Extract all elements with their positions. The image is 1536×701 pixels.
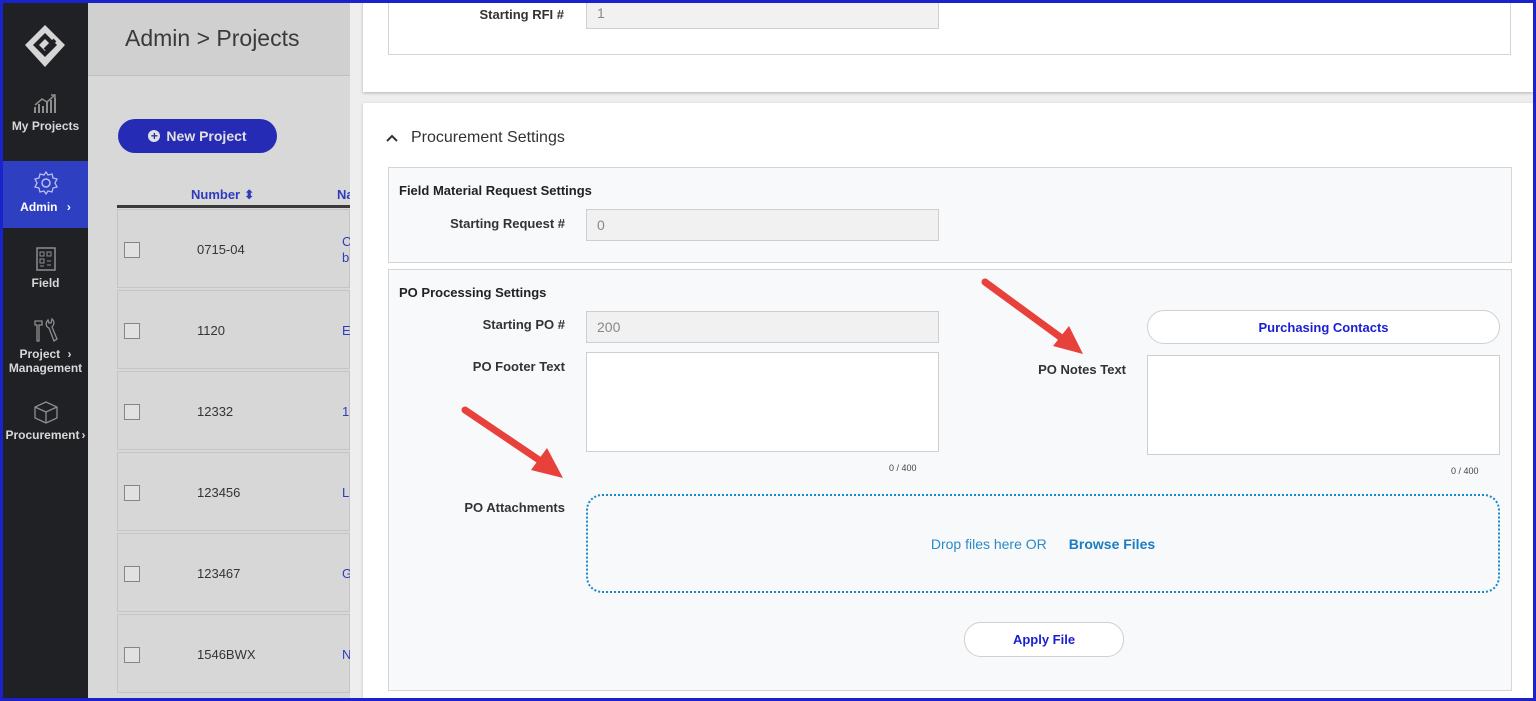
po-footer-label: PO Footer Text (472, 359, 565, 374)
page-title: Admin > Projects (125, 25, 300, 51)
project-name-link[interactable]: E (342, 323, 350, 339)
starting-po-label: Starting PO # (482, 317, 565, 332)
starting-request-label: Starting Request # (450, 216, 565, 231)
apply-file-button[interactable]: Apply File (964, 622, 1124, 657)
sidebar-item-procurement[interactable]: Procurement › (3, 400, 88, 450)
project-number: 12332 (197, 404, 234, 419)
procurement-settings-toggle[interactable]: Procurement Settings (385, 129, 565, 147)
dropzone-text: Drop files here OR (930, 535, 1047, 552)
field-material-title: Field Material Request Settings (399, 183, 592, 198)
po-notes-label: PO Notes Text (1038, 362, 1126, 377)
projects-panel: Admin > Projects + New Project Number ⬍ … (88, 3, 350, 701)
sidebar-item-label: Admin (20, 200, 58, 214)
table-row[interactable]: 12332 1: (117, 371, 350, 450)
po-footer-textarea[interactable] (586, 352, 939, 452)
project-name-link[interactable]: Cbl (342, 234, 350, 266)
sidebar-item-field[interactable]: Field (3, 246, 88, 296)
project-settings-panel: Starting RFI # 1 Procurement Settings Fi… (350, 3, 1533, 701)
starting-rfi-input[interactable]: 1 (586, 3, 939, 29)
project-name-line1: C (342, 234, 350, 249)
row-checkbox[interactable] (124, 647, 140, 663)
project-number: 0715-04 (197, 242, 245, 257)
sidebar-item-label: Field (31, 276, 60, 290)
sidebar-item-label-line2: Management (8, 361, 83, 375)
tools-icon (33, 317, 58, 342)
sidebar-item-project-management[interactable]: Project › Management (3, 317, 88, 379)
project-name-link[interactable]: G (342, 566, 350, 582)
table-row[interactable]: 123456 L( (117, 452, 350, 531)
table-header-divider (117, 205, 350, 208)
po-attachments-label: PO Attachments (464, 500, 565, 515)
sidebar-item-label: Procurement (5, 428, 80, 442)
section-title: Procurement Settings (411, 129, 565, 146)
project-name-link[interactable]: 1: (342, 404, 350, 420)
column-header-name[interactable]: Na (337, 187, 350, 202)
row-checkbox[interactable] (124, 323, 140, 339)
table-row[interactable]: 1120 E (117, 290, 350, 369)
gear-icon (33, 170, 58, 196)
file-dropzone[interactable]: Drop files here OR Browse Files (586, 494, 1500, 593)
sidebar-item-admin[interactable]: Admin › (3, 161, 88, 228)
procurement-settings-card: Procurement Settings Field Material Requ… (363, 103, 1533, 701)
project-name-line2: bl (342, 250, 350, 265)
po-processing-title: PO Processing Settings (399, 285, 547, 300)
chart-growth-icon (33, 94, 56, 113)
po-footer-counter: 0 / 400 (889, 463, 917, 473)
clipboard-icon (35, 247, 56, 271)
project-number: 1546BWX (197, 647, 256, 662)
field-material-request-box: Field Material Request Settings Starting… (388, 167, 1512, 263)
column-header-number[interactable]: Number ⬍ (191, 187, 255, 203)
sidebar-item-label: My Projects (11, 119, 80, 133)
project-number: 123467 (197, 566, 241, 581)
chevron-up-icon (386, 134, 398, 142)
rfi-settings-box: Starting RFI # 1 (388, 3, 1511, 55)
chevron-right-icon: › (81, 428, 86, 442)
rfi-settings-card: Starting RFI # 1 (363, 3, 1533, 92)
chevron-right-icon: › (67, 347, 72, 361)
project-number: 1120 (197, 323, 225, 338)
row-checkbox[interactable] (124, 404, 140, 420)
starting-rfi-label: Starting RFI # (479, 7, 564, 22)
purchasing-contacts-button[interactable]: Purchasing Contacts (1147, 310, 1500, 344)
app-logo-icon[interactable] (21, 23, 69, 71)
row-checkbox[interactable] (124, 485, 140, 501)
table-row[interactable]: 123467 G (117, 533, 350, 612)
new-project-label: New Project (166, 128, 247, 144)
table-row[interactable]: 0715-04 Cbl (117, 209, 350, 288)
plus-circle-icon: + (148, 130, 161, 142)
po-processing-box: PO Processing Settings Starting PO # 200… (388, 269, 1512, 691)
sidebar: My Projects Admin › Field Project › Mana… (3, 3, 88, 701)
project-name-link[interactable]: N (342, 647, 350, 663)
column-header-label: Number (191, 187, 241, 202)
starting-po-input[interactable]: 200 (586, 311, 939, 343)
sidebar-item-my-projects[interactable]: My Projects (3, 93, 88, 143)
browse-files-link[interactable]: Browse Files (1069, 536, 1155, 552)
box-icon (33, 401, 58, 424)
chevron-right-icon: › (66, 200, 71, 214)
sidebar-item-label: Project (19, 347, 61, 361)
row-checkbox[interactable] (124, 242, 140, 258)
table-row[interactable]: 1546BWX N (117, 614, 350, 693)
row-checkbox[interactable] (124, 566, 140, 582)
starting-request-input[interactable]: 0 (586, 209, 939, 241)
new-project-button[interactable]: + New Project (118, 119, 277, 153)
po-notes-textarea[interactable] (1147, 355, 1500, 455)
sort-icon: ⬍ (243, 187, 255, 202)
project-name-link[interactable]: L( (342, 485, 350, 501)
po-notes-counter: 0 / 400 (1451, 466, 1479, 476)
project-number: 123456 (197, 485, 241, 500)
